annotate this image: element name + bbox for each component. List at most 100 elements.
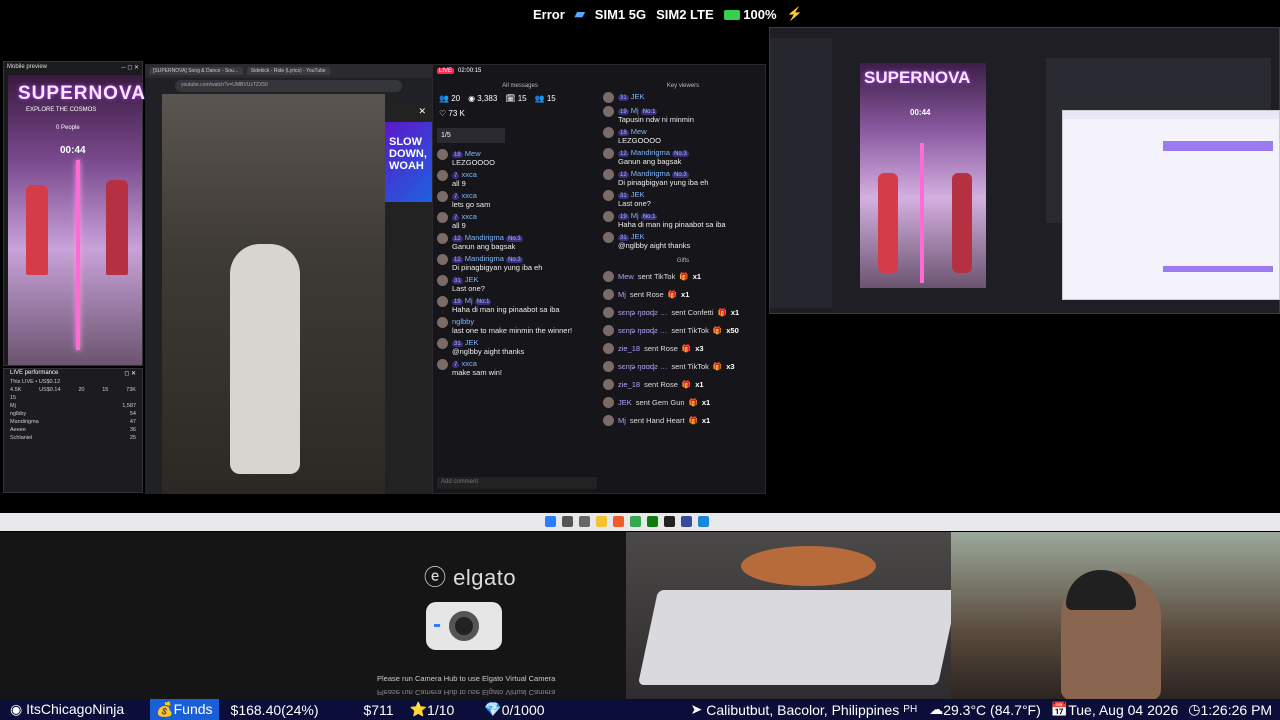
gift-qty: x1 xyxy=(730,308,740,317)
promo-thumbnail[interactable]: SLOW DOWN, WOAH xyxy=(385,122,432,202)
gift-qty: x50 xyxy=(726,326,739,335)
message-body: 12 Mandirigma No.3 Ganun ang bagsak xyxy=(452,233,523,251)
message-meta: 19 Mj No.1 xyxy=(452,296,560,305)
obs-timer: 00:44 xyxy=(910,108,931,117)
gift-name: sent Hand Heart xyxy=(629,416,685,425)
comment-input[interactable]: Add comment xyxy=(437,477,597,489)
gift-name: sent TikTok xyxy=(671,362,709,371)
chat-message: 7 xxca make sam win! xyxy=(437,359,603,377)
gift-name: sent Rose xyxy=(644,380,678,389)
message-meta: 19 Mj No.1 xyxy=(618,106,694,115)
folder-icon[interactable] xyxy=(596,516,607,527)
location: Calibutbut, Bacolor, Philippines xyxy=(706,701,900,718)
queue-indicator[interactable]: 1/5 xyxy=(437,128,505,143)
mobile-timer: 00:44 xyxy=(60,145,86,156)
gift-icon: 🎁 xyxy=(688,416,698,425)
message-text: Tapusin ndw ni minmin xyxy=(618,115,694,124)
stream-ticker: ◉ ItsChicagoNinja 💰Funds $168.40(24%) $7… xyxy=(0,699,1280,720)
message-text: all 9 xyxy=(452,221,466,230)
gift-qty: x1 xyxy=(701,398,711,407)
message-body: 31 JEK Last one? xyxy=(452,275,485,293)
chat-message: 7 xxca all 9 xyxy=(437,212,603,230)
message-text: Di pinagbigyan yung iba eh xyxy=(452,263,543,272)
date: Tue, Aug 04 2026 xyxy=(1068,701,1179,718)
chat-message: 19 Mj No.1 Haha di man ing pinaabot sa ib… xyxy=(603,211,763,229)
avatar xyxy=(437,317,448,328)
username: nglbby xyxy=(452,317,475,326)
username: Mandirigma xyxy=(630,148,670,157)
message-body: 31 JEK xyxy=(618,92,645,101)
message-body: 12 Mandirigma No.3 Ganun ang bagsak xyxy=(618,148,689,166)
dance-video[interactable] xyxy=(162,94,385,494)
avatar xyxy=(603,397,614,408)
window-controls[interactable]: ◻ ✕ xyxy=(124,370,136,377)
elgato-logo: ⓔ elgato xyxy=(424,565,517,590)
app-icon[interactable] xyxy=(681,516,692,527)
live-performance-panel: LIVE performance ◻ ✕ This LIVE • US$0.12 … xyxy=(3,368,143,493)
stat-value: US$0.14 xyxy=(39,387,61,393)
window-controls[interactable]: ─ ◻ ✕ xyxy=(121,64,139,71)
gift-icon: 🎁 xyxy=(712,362,723,371)
mobile-subtitle: EXPLORE THE COSMOS xyxy=(26,107,97,113)
gems-progress: 0/1000 xyxy=(501,701,545,718)
chat-message: 12 Mandirigma No.3 Ganun ang bagsak xyxy=(603,148,763,166)
username: xxca xyxy=(461,170,477,179)
username: Mandirigma xyxy=(630,169,670,178)
avatar xyxy=(603,343,614,354)
sim2-text: SIM2 LTE xyxy=(656,6,714,22)
gift-icon: 🎁 xyxy=(717,308,727,317)
message-text: Ganun ang bagsak xyxy=(618,157,682,166)
funds-value: $168.40(24%) xyxy=(230,701,319,718)
message-text: LEZGOOOO xyxy=(452,158,495,167)
taskview-icon[interactable] xyxy=(579,516,590,527)
avatar xyxy=(437,275,448,286)
avatar xyxy=(603,289,614,300)
gift-row: Mj sent Rose 🎁 x1 xyxy=(603,289,763,300)
stat-value: 20 xyxy=(78,387,85,393)
search-icon[interactable] xyxy=(562,516,573,527)
live-stats-row: 4.5K US$0.14 20 15 73K xyxy=(4,386,142,394)
avatar xyxy=(437,338,448,349)
gift-name: sent TikTok xyxy=(671,326,709,335)
gift-name: sent Gem Gun xyxy=(635,398,685,407)
app-icon[interactable] xyxy=(698,516,709,527)
gift-qty: x1 xyxy=(692,272,702,281)
star-icon: ⭐ xyxy=(409,701,428,717)
list-item: Schlaniel 25 xyxy=(10,435,136,441)
avatar xyxy=(437,296,448,307)
sim1-text: SIM1 5G xyxy=(594,6,647,22)
message-text: Haha di man ing pinaabot sa iba xyxy=(618,220,726,229)
message-text: all 9 xyxy=(452,179,466,188)
gift-icon: 🎁 xyxy=(712,326,723,335)
tab-supernova[interactable]: [SUPERNOVA] Song & Dance - Sou… xyxy=(149,67,243,75)
chrome-icon[interactable] xyxy=(630,516,641,527)
message-body: 7 xxca lets go sam xyxy=(452,191,490,209)
start-icon[interactable] xyxy=(545,516,556,527)
mobile-preview-video: SUPERNOVA EXPLORE THE COSMOS 0 People 00… xyxy=(8,75,145,365)
message-text: Last one? xyxy=(618,199,651,208)
message-meta: 31 JEK xyxy=(618,92,645,101)
elgato-placeholder: ⓔ elgato Please run Camera Hub to use El… xyxy=(0,532,626,700)
obs-icon[interactable] xyxy=(664,516,675,527)
url-bar[interactable]: youtube.com/watch?v=UMBVUzTZX50 xyxy=(175,80,402,92)
gift-row: zie_18 sent Rose 🎁 x3 xyxy=(603,343,763,354)
username: JEK xyxy=(630,232,645,241)
list-item: nglbby 54 xyxy=(10,411,136,417)
message-body: 19 Mj No.1 Tapusin ndw ni minmin xyxy=(618,106,694,124)
tab-youtube[interactable]: Sidekick - Ride (Lyrics) - YouTube xyxy=(246,67,330,75)
gift-icon: 🎁 xyxy=(667,290,678,299)
avatar xyxy=(437,233,448,244)
chat-message: 7 xxca lets go sam xyxy=(437,191,603,209)
close-icon[interactable]: ✕ xyxy=(418,106,426,117)
xbox-icon[interactable] xyxy=(647,516,658,527)
username: Mandirigma xyxy=(464,254,504,263)
people-count: 0 People xyxy=(56,125,80,131)
gift-icon: 🎁 xyxy=(688,398,698,407)
avatar xyxy=(603,127,614,138)
brave-icon[interactable] xyxy=(613,516,624,527)
chat-message: 18 Mew LEZGOOOO xyxy=(603,127,763,145)
obs-preview[interactable]: SUPERNOVA 00:44 xyxy=(860,63,986,288)
charging-icon: ⚡ xyxy=(786,6,803,21)
chat-message: 31 JEK @nglbby aight thanks xyxy=(437,338,603,356)
live-time: 02:00:15 xyxy=(458,68,482,74)
